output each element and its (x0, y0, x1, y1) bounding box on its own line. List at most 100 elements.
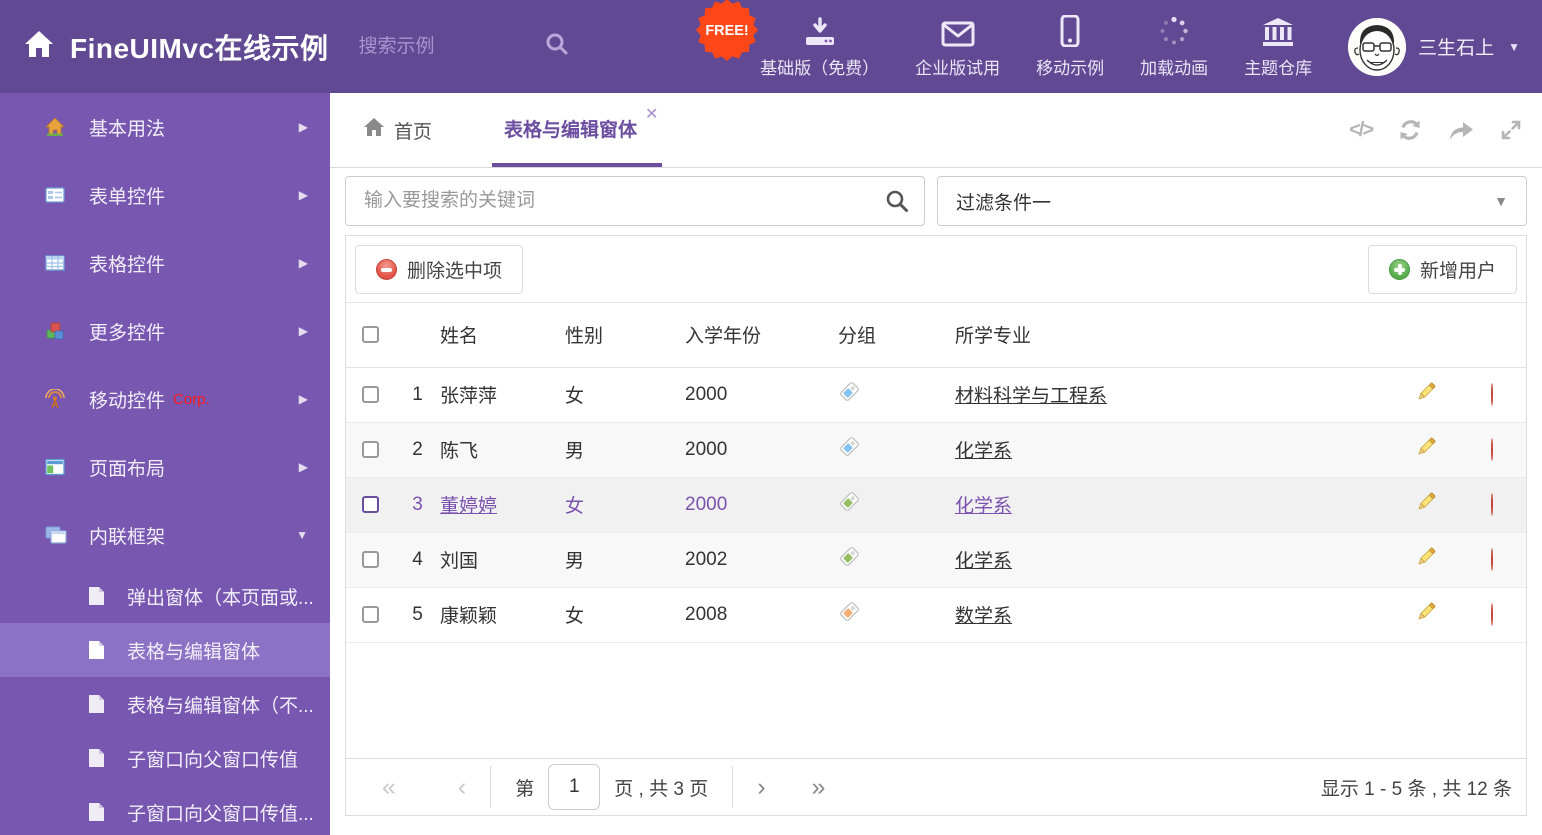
row-checkbox[interactable] (362, 495, 379, 513)
delete-icon[interactable] (1490, 547, 1493, 571)
sidebar-subitem-grid-edit-window-2[interactable]: 表格与编辑窗体（不... (0, 677, 330, 731)
frames-icon (45, 525, 67, 545)
table-header-row: 姓名 性别 入学年份 分组 所学专业 (346, 303, 1526, 368)
filter-row: 过滤条件一 ▼ (345, 176, 1527, 226)
cell-name: 刘国 (440, 532, 565, 588)
row-checkbox[interactable] (362, 440, 379, 458)
row-checkbox[interactable] (362, 605, 379, 623)
column-name[interactable]: 姓名 (440, 303, 565, 368)
document-icon (88, 640, 105, 660)
grid-toolbar: 删除选中项 新增用户 (346, 236, 1526, 303)
column-group[interactable]: 分组 (838, 303, 955, 368)
app-header: FineUIMvc在线示例 FREE! 基础版（免费） (0, 0, 1542, 93)
users-table: 姓名 性别 入学年份 分组 所学专业 1 张萍萍 女 2000 材料科学与工程系… (346, 303, 1526, 643)
table-row[interactable]: 1 张萍萍 女 2000 材料科学与工程系 (346, 367, 1526, 423)
share-icon[interactable] (1448, 119, 1474, 141)
column-major[interactable]: 所学专业 (955, 303, 1395, 368)
header-nav: FREE! 基础版（免费） 企业版试用 移动示例 加载动画 主题仓库 三生石上 … (696, 0, 1542, 79)
column-gender[interactable]: 性别 (565, 303, 685, 368)
sidebar-subitem-child-to-parent-2[interactable]: 子窗口向父窗口传值... (0, 785, 330, 835)
delete-icon[interactable] (1490, 492, 1493, 516)
chevron-down-icon: ▼ (296, 528, 308, 542)
username: 三生石上 (1418, 38, 1495, 59)
nav-item-loading-animation[interactable]: 加载动画 (1140, 15, 1208, 79)
sidebar-subitem-popup-window[interactable]: 弹出窗体（本页面或... (0, 569, 330, 623)
table-row[interactable]: 4 刘国 男 2002 化学系 (346, 532, 1526, 588)
mail-icon (941, 15, 975, 47)
table-row-selected[interactable]: 3 董婷婷 女 2000 化学系 (346, 477, 1526, 533)
prev-page-icon[interactable]: ‹ (458, 774, 466, 800)
delete-icon[interactable] (1490, 437, 1493, 461)
cell-year: 2002 (685, 532, 838, 588)
edit-icon[interactable] (1415, 547, 1438, 573)
edit-icon[interactable] (1415, 382, 1438, 408)
document-icon (88, 802, 105, 822)
major-link[interactable]: 化学系 (955, 551, 1012, 572)
major-link[interactable]: 数学系 (955, 606, 1012, 627)
tag-icon (838, 545, 861, 574)
table-row[interactable]: 2 陈飞 男 2000 化学系 (346, 422, 1526, 478)
tab-home[interactable]: 首页 (360, 93, 436, 167)
sidebar-item-more-controls[interactable]: 更多控件 ▶ (0, 297, 330, 365)
first-page-icon[interactable]: « (382, 774, 396, 800)
row-number: 4 (395, 532, 440, 588)
major-link[interactable]: 化学系 (955, 496, 1012, 517)
nav-item-basic-edition[interactable]: FREE! 基础版（免费） (696, 0, 879, 79)
tab-label: 表格与编辑窗体 (504, 119, 638, 141)
nav-item-theme-store[interactable]: 主题仓库 (1244, 15, 1312, 79)
nav-item-mobile-demo[interactable]: 移动示例 (1036, 14, 1104, 79)
sidebar-item-basic-usage[interactable]: 基本用法 ▶ (0, 93, 330, 161)
add-user-button[interactable]: 新增用户 (1367, 244, 1517, 294)
sidebar-item-form-controls[interactable]: 表单控件 ▶ (0, 161, 330, 229)
close-icon[interactable]: ✕ (645, 104, 658, 124)
row-checkbox[interactable] (362, 550, 379, 568)
sidebar-item-page-layout[interactable]: 页面布局 ▶ (0, 433, 330, 501)
sidebar-item-label: 表格控件 (89, 254, 166, 276)
sidebar-item-label: 基本用法 (89, 118, 166, 140)
refresh-icon[interactable] (1398, 118, 1422, 142)
expand-icon[interactable] (1500, 119, 1522, 141)
form-icon (45, 185, 65, 205)
edit-icon[interactable] (1415, 602, 1438, 628)
chevron-down-icon: ▼ (1494, 193, 1508, 209)
button-label: 新增用户 (1419, 260, 1496, 282)
main-content: 首页 表格与编辑窗体 ✕ </> 输入要搜索的关键词 过滤条件一 ▼ 删除选中项… (330, 93, 1542, 835)
nav-item-enterprise-trial[interactable]: 企业版试用 (915, 15, 1000, 79)
sidebar-subitem-grid-edit-window[interactable]: 表格与编辑窗体 (0, 623, 330, 677)
next-page-icon[interactable]: › (757, 774, 765, 800)
delete-selected-button[interactable]: 删除选中项 (355, 244, 524, 294)
keyword-search-input[interactable] (345, 176, 925, 226)
row-checkbox[interactable] (362, 385, 379, 403)
delete-icon[interactable] (1490, 382, 1493, 406)
edit-icon[interactable] (1415, 437, 1438, 463)
row-number: 2 (395, 422, 440, 478)
tab-grid-edit-window[interactable]: 表格与编辑窗体 ✕ (492, 93, 663, 167)
major-link[interactable]: 化学系 (955, 441, 1012, 462)
edit-icon[interactable] (1415, 492, 1438, 518)
source-code-icon[interactable]: </> (1349, 119, 1374, 142)
user-menu[interactable]: 三生石上 ▼ (1348, 17, 1520, 76)
search-icon[interactable] (885, 189, 909, 218)
filter-dropdown-value: 过滤条件一 (956, 192, 1052, 214)
header-search (358, 32, 569, 61)
sidebar-item-label: 页面布局 (89, 458, 166, 480)
sidebar-item-mobile-controls[interactable]: 移动控件 Corp. ▶ (0, 365, 330, 433)
header-search-input[interactable] (358, 35, 509, 58)
table-row[interactable]: 5 康颖颖 女 2008 数学系 (346, 587, 1526, 643)
sidebar-subitem-child-to-parent[interactable]: 子窗口向父窗口传值 (0, 731, 330, 785)
column-year[interactable]: 入学年份 (685, 303, 838, 368)
sidebar-item-label: 内联框架 (89, 526, 166, 548)
sidebar-item-grid-controls[interactable]: 表格控件 ▶ (0, 229, 330, 297)
page-number-input[interactable] (548, 764, 601, 810)
cell-gender: 男 (565, 422, 685, 478)
filter-dropdown[interactable]: 过滤条件一 ▼ (937, 176, 1527, 226)
sidebar-item-inline-frame[interactable]: 内联框架 ▼ (0, 501, 330, 569)
last-page-icon[interactable]: » (812, 774, 826, 800)
brand[interactable]: FineUIMvc在线示例 (0, 27, 329, 67)
delete-icon[interactable] (1490, 602, 1493, 626)
major-link[interactable]: 材料科学与工程系 (955, 386, 1107, 407)
select-all-checkbox[interactable] (362, 326, 379, 344)
search-icon[interactable] (545, 32, 569, 61)
row-number: 5 (395, 587, 440, 643)
document-icon (88, 586, 105, 606)
